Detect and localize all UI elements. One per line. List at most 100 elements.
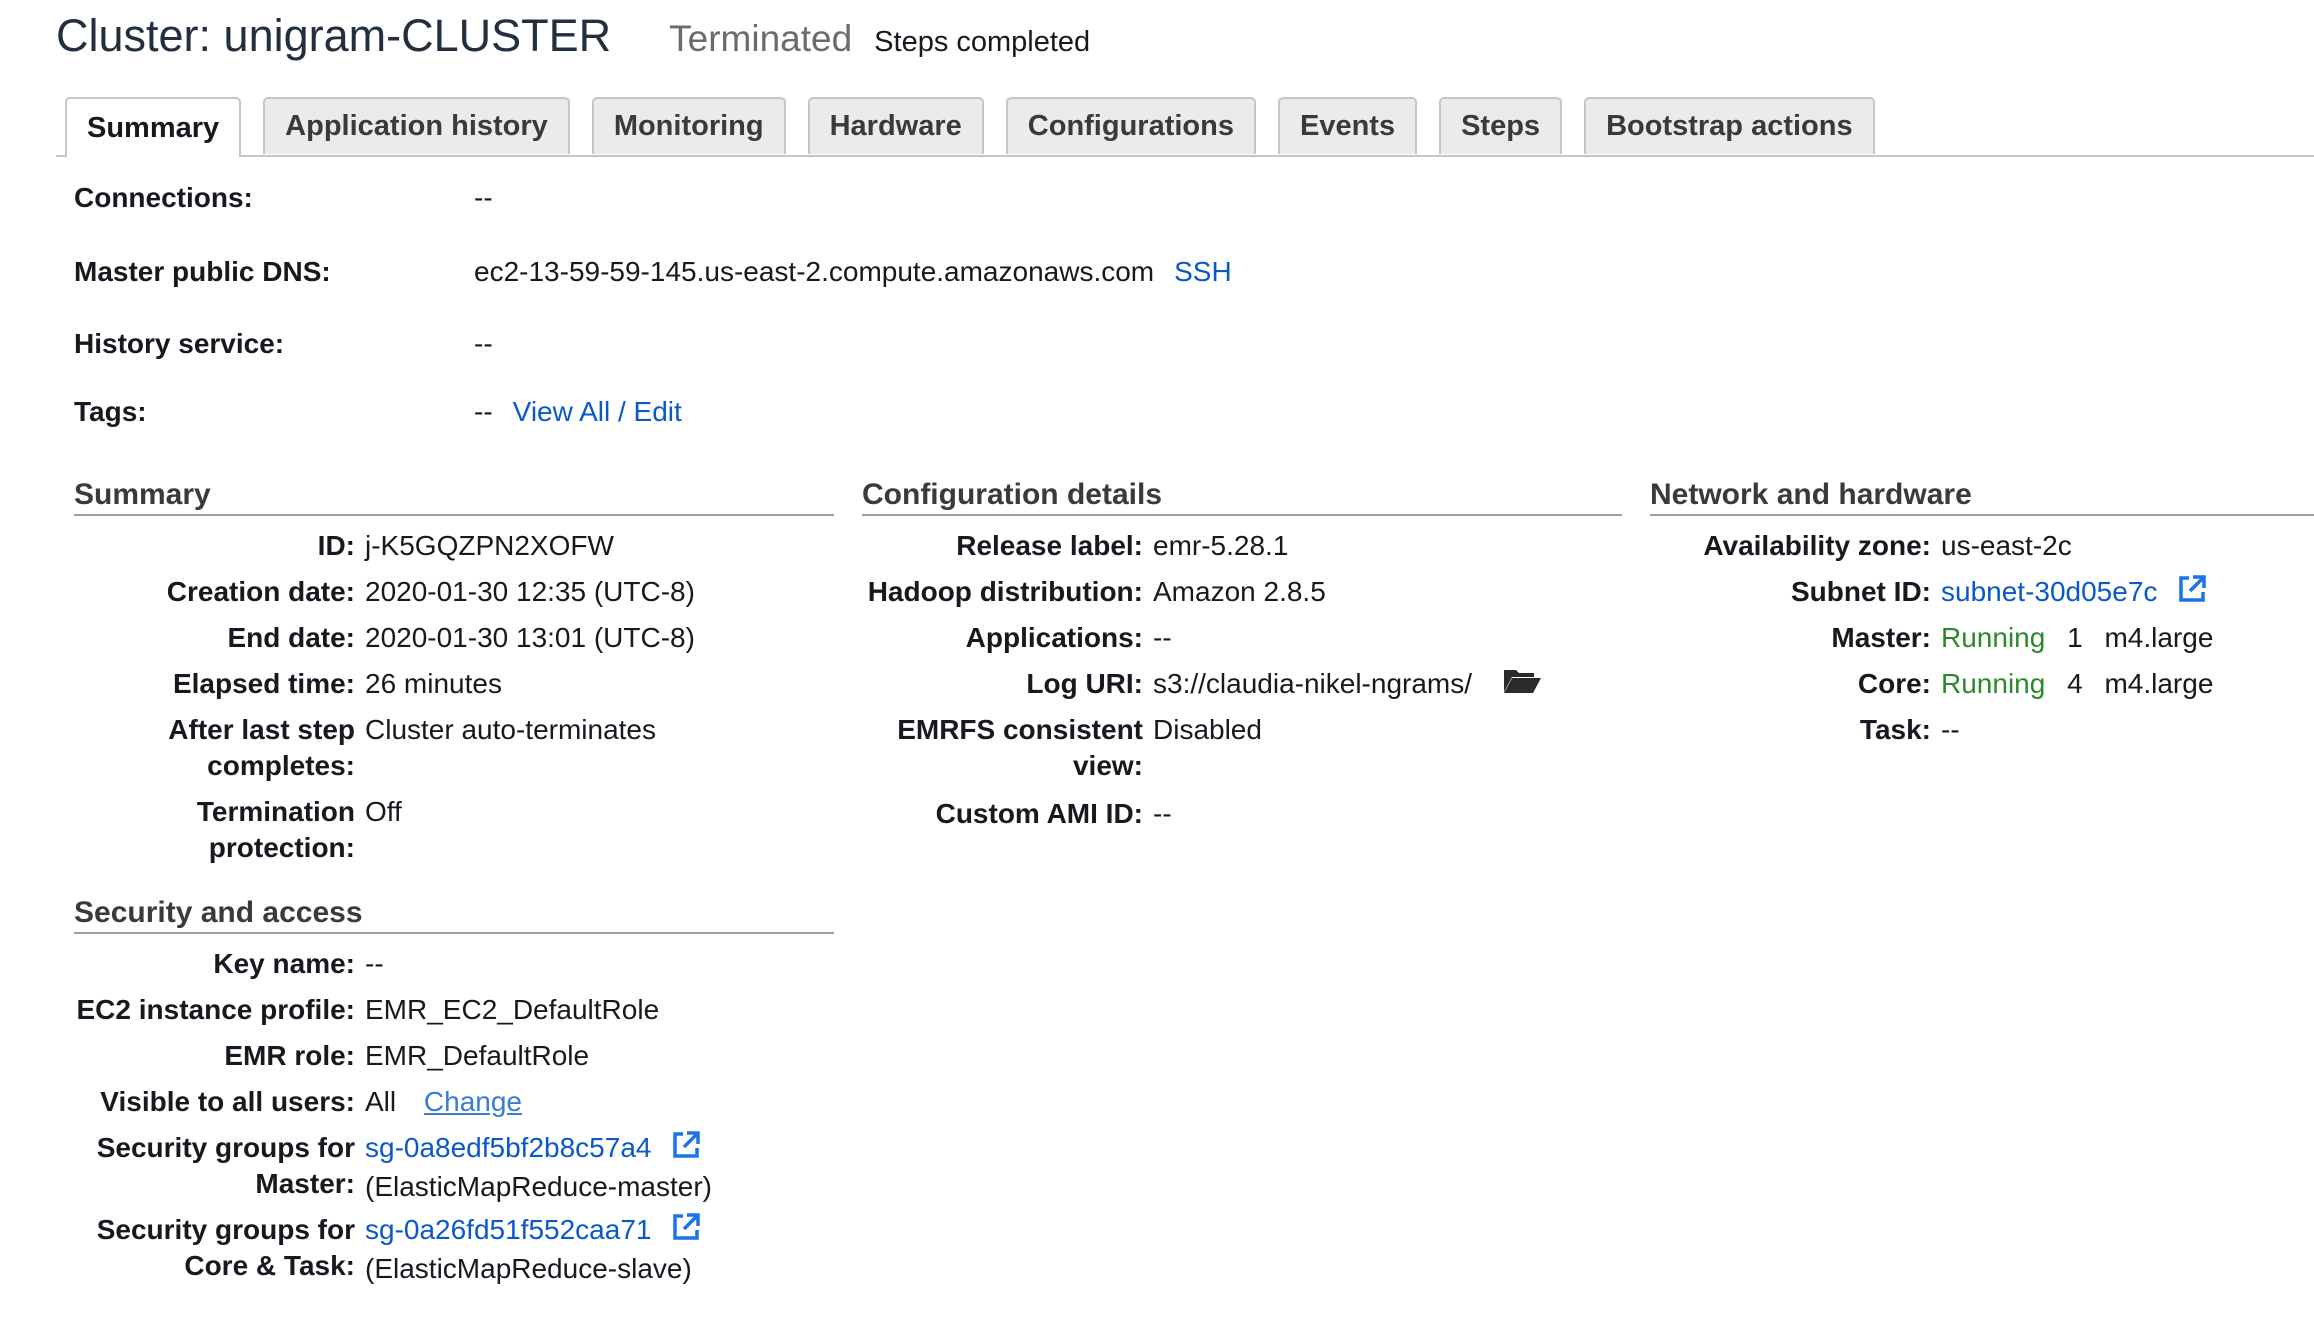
creation-date-value: 2020-01-30 12:35 (UTC-8) — [365, 576, 695, 607]
task-node-value: -- — [1941, 714, 1960, 745]
view-edit-tags-link[interactable]: View All / Edit — [513, 396, 682, 428]
key-name-label: Key name: — [213, 948, 355, 979]
connections-value: -- — [474, 182, 493, 213]
emrfs-consistent-view-value: Disabled — [1153, 714, 1262, 745]
sg-master-label-line1: Security groups for — [96, 1132, 355, 1163]
master-node-label: Master: — [1831, 622, 1931, 653]
change-visibility-link[interactable]: Change — [424, 1086, 522, 1117]
security-groups-master-row: Security groups for Master: sg-0a8edf5bf… — [74, 1130, 712, 1205]
id-row: ID: j-K5GQZPN2XOFW — [74, 528, 614, 564]
external-link-icon[interactable] — [2177, 574, 2207, 613]
core-node-status: Running — [1941, 668, 2046, 699]
subnet-id-label: Subnet ID: — [1791, 576, 1931, 607]
applications-row: Applications: -- — [862, 620, 1172, 656]
security-groups-master-label: Security groups for Master: — [74, 1130, 355, 1205]
custom-ami-value: -- — [1153, 798, 1172, 829]
elapsed-time-value: 26 minutes — [365, 668, 502, 699]
external-link-icon[interactable] — [671, 1212, 701, 1251]
network-hardware-title: Network and hardware — [1650, 478, 2314, 516]
history-service-label: History service: — [74, 328, 285, 359]
visible-to-all-users-row: Visible to all users: All Change — [74, 1084, 522, 1120]
master-dns-label: Master public DNS: — [74, 256, 331, 287]
network-hardware-section: Network and hardware — [1650, 478, 2314, 516]
sg-master-link[interactable]: sg-0a8edf5bf2b8c57a4 — [365, 1132, 651, 1163]
termination-protection-label-line2: protection: — [208, 832, 355, 863]
log-uri-row: Log URI: s3://claudia-nikel-ngrams/ — [862, 666, 1542, 705]
availability-zone-value: us-east-2c — [1941, 530, 2072, 561]
ec2-instance-profile-row: EC2 instance profile: EMR_EC2_DefaultRol… — [74, 992, 659, 1028]
sg-core-label-line1: Security groups for — [96, 1214, 355, 1245]
emrfs-label-line2: view: — [1072, 750, 1143, 781]
id-label: ID: — [317, 530, 355, 561]
log-uri-label: Log URI: — [1026, 668, 1143, 699]
master-node-row: Master: Running 1 m4.large — [1650, 620, 2213, 656]
emrfs-label-line1: EMRFS consistent — [897, 714, 1143, 745]
log-uri-value: s3://claudia-nikel-ngrams/ — [1153, 668, 1473, 699]
external-link-icon[interactable] — [671, 1130, 701, 1169]
core-node-type: m4.large — [2104, 668, 2214, 699]
key-name-row: Key name: -- — [74, 946, 384, 982]
termination-protection-row: Termination protection: Off — [74, 794, 402, 866]
subnet-id-link[interactable]: subnet-30d05e7c — [1941, 576, 2157, 607]
tab-configurations[interactable]: Configurations — [1005, 97, 1256, 154]
emrfs-consistent-view-label: EMRFS consistent view: — [862, 712, 1143, 784]
core-node-label: Core: — [1857, 668, 1931, 699]
tab-summary[interactable]: Summary — [65, 97, 242, 157]
tab-hardware[interactable]: Hardware — [807, 97, 984, 154]
creation-date-row: Creation date: 2020-01-30 12:35 (UTC-8) — [74, 574, 695, 610]
applications-label: Applications: — [965, 622, 1143, 653]
termination-protection-label: Termination protection: — [74, 794, 355, 866]
after-last-step-label-line2: completes: — [207, 750, 355, 781]
creation-date-label: Creation date: — [166, 576, 355, 607]
elapsed-time-label: Elapsed time: — [172, 668, 355, 699]
after-last-step-label-line1: After last step — [168, 714, 355, 745]
security-groups-core-label: Security groups for Core & Task: — [74, 1212, 355, 1287]
tab-monitoring[interactable]: Monitoring — [591, 97, 786, 154]
page-title: Cluster: unigram-CLUSTER — [56, 10, 612, 61]
release-label-value: emr-5.28.1 — [1153, 530, 1289, 561]
sg-master-label-line2: Master: — [255, 1168, 355, 1199]
custom-ami-label: Custom AMI ID: — [935, 798, 1143, 829]
security-access-title: Security and access — [74, 896, 834, 934]
tab-steps[interactable]: Steps — [1439, 97, 1563, 154]
tab-application-history[interactable]: Application history — [263, 97, 570, 154]
master-node-status: Running — [1941, 622, 2046, 653]
cluster-status-detail: Steps completed — [874, 26, 1091, 58]
end-date-label: End date: — [227, 622, 355, 653]
summary-section: Summary — [74, 478, 834, 516]
folder-open-icon[interactable] — [1502, 666, 1542, 705]
task-node-label: Task: — [1859, 714, 1931, 745]
visible-to-all-users-value: All — [365, 1086, 397, 1117]
tab-events[interactable]: Events — [1277, 97, 1418, 154]
page-header: Cluster: unigram-CLUSTER Terminated Step… — [56, 10, 1090, 74]
tags-label: Tags: — [74, 396, 147, 427]
elapsed-time-row: Elapsed time: 26 minutes — [74, 666, 502, 702]
after-last-step-row: After last step completes: Cluster auto-… — [74, 712, 656, 784]
hadoop-distribution-value: Amazon 2.8.5 — [1153, 576, 1326, 607]
ssh-link[interactable]: SSH — [1174, 256, 1232, 288]
termination-protection-label-line1: Termination — [196, 796, 355, 827]
sg-core-name: (ElasticMapReduce-slave) — [365, 1253, 692, 1285]
task-node-row: Task: -- — [1650, 712, 1960, 748]
sg-master-name: (ElasticMapReduce-master) — [365, 1171, 712, 1203]
applications-value: -- — [1153, 622, 1172, 653]
custom-ami-row: Custom AMI ID: -- — [862, 796, 1172, 832]
key-name-value: -- — [365, 948, 384, 979]
after-last-step-value: Cluster auto-terminates — [365, 714, 657, 745]
connections-label: Connections: — [74, 182, 253, 213]
availability-zone-row: Availability zone: us-east-2c — [1650, 528, 2072, 564]
security-access-section: Security and access — [74, 896, 834, 934]
tags-value: -- — [474, 396, 493, 427]
emrfs-consistent-view-row: EMRFS consistent view: Disabled — [862, 712, 1262, 784]
visible-to-all-users-label: Visible to all users: — [100, 1086, 355, 1117]
sg-core-link[interactable]: sg-0a26fd51f552caa71 — [365, 1214, 651, 1245]
tab-bootstrap-actions[interactable]: Bootstrap actions — [1584, 97, 1875, 154]
cluster-status: Terminated — [669, 18, 853, 59]
tab-bar: Summary Application history Monitoring H… — [65, 97, 1897, 157]
master-node-type: m4.large — [2104, 622, 2214, 653]
emr-role-row: EMR role: EMR_DefaultRole — [74, 1038, 589, 1074]
release-label-label: Release label: — [956, 530, 1143, 561]
configuration-details-section: Configuration details — [862, 478, 1622, 516]
emr-role-label: EMR role: — [224, 1040, 355, 1071]
sg-core-label-line2: Core & Task: — [184, 1250, 355, 1281]
